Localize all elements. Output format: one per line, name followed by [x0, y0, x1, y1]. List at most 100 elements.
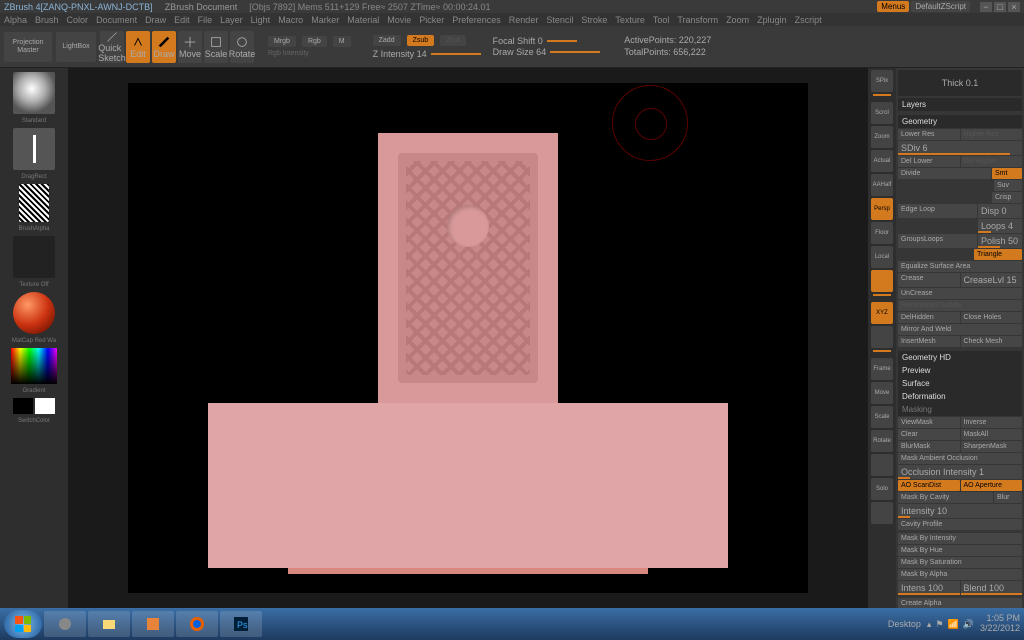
- material-swatch[interactable]: [13, 292, 55, 334]
- del-hidden-button[interactable]: DelHidden: [898, 312, 960, 323]
- crease-lvl-slider[interactable]: CreaseLvl 15: [961, 273, 1023, 287]
- maskall-button[interactable]: MaskAll: [961, 429, 1023, 440]
- groups-loops-button[interactable]: GroupsLoops: [898, 234, 977, 248]
- tray-icons[interactable]: ▴ ⚑ 📶 🔊: [927, 619, 974, 630]
- zcut-button[interactable]: Zcut: [440, 35, 466, 46]
- rtool-aahalf[interactable]: AAHalf: [871, 174, 893, 196]
- divide-button[interactable]: Divide: [898, 168, 991, 179]
- menu-preferences[interactable]: Preferences: [452, 15, 501, 25]
- scale-button[interactable]: Scale: [204, 31, 228, 63]
- tray-clock[interactable]: 1:05 PM 3/22/2012: [980, 614, 1020, 634]
- sdiv-slider[interactable]: SDiv 6: [898, 141, 1022, 155]
- minimize-button[interactable]: −: [980, 2, 992, 12]
- move-button[interactable]: Move: [178, 31, 202, 63]
- rtool-blank-15[interactable]: [871, 454, 893, 476]
- rtool-local[interactable]: Local: [871, 246, 893, 268]
- tray-network-icon[interactable]: 📶: [948, 619, 959, 630]
- deformation-header[interactable]: Deformation: [898, 390, 1022, 403]
- menu-alpha[interactable]: Alpha: [4, 15, 27, 25]
- surface-header[interactable]: Surface: [898, 377, 1022, 390]
- crisp-button[interactable]: Crisp: [992, 192, 1022, 203]
- menu-tool[interactable]: Tool: [653, 15, 670, 25]
- reconstruct-button[interactable]: Reconstruct Subdiv: [898, 300, 1022, 311]
- menu-edit[interactable]: Edit: [174, 15, 190, 25]
- disp-slider[interactable]: Disp 0: [978, 204, 1022, 218]
- smt-button[interactable]: Smt: [992, 168, 1022, 179]
- tray-volume-icon[interactable]: 🔊: [963, 619, 974, 630]
- del-lower-button[interactable]: Del Lower: [898, 156, 960, 167]
- menus-button[interactable]: Menus: [877, 1, 909, 12]
- m-button[interactable]: M: [333, 36, 351, 47]
- menu-zscript[interactable]: Zscript: [795, 15, 822, 25]
- color-picker[interactable]: [11, 348, 57, 384]
- rtool-move[interactable]: Move: [871, 382, 893, 404]
- ao-scandist-button[interactable]: AO ScanDist: [898, 480, 960, 491]
- zadd-button[interactable]: Zadd: [373, 35, 401, 46]
- intens-slider[interactable]: Intens 100: [898, 581, 960, 595]
- rtool-spix[interactable]: SPix: [871, 70, 893, 92]
- ao-aperture-button[interactable]: AO Aperture: [961, 480, 1023, 491]
- zscript-button[interactable]: DefaultZScript: [911, 1, 970, 12]
- draw-size-slider[interactable]: Draw Size 64: [493, 47, 547, 57]
- rtool-persp[interactable]: Persp: [871, 198, 893, 220]
- mrgb-button[interactable]: Mrgb: [268, 36, 296, 47]
- z-intensity-slider[interactable]: Z Intensity 14: [373, 49, 427, 59]
- mask-cavity-button[interactable]: Mask By Cavity: [898, 492, 993, 503]
- rtool-blank-17[interactable]: [871, 502, 893, 524]
- menu-stroke[interactable]: Stroke: [581, 15, 607, 25]
- create-alpha-button[interactable]: Create Alpha: [898, 598, 1022, 608]
- focal-shift-slider[interactable]: Focal Shift 0: [493, 36, 543, 46]
- start-button[interactable]: [4, 610, 42, 638]
- sharpenmask-button[interactable]: SharpenMask: [961, 441, 1023, 452]
- rtool-scrol[interactable]: Scrol: [871, 102, 893, 124]
- edge-loop-button[interactable]: Edge Loop: [898, 204, 977, 218]
- loops-slider[interactable]: Loops 4: [978, 219, 1022, 233]
- del-higher-button[interactable]: Del Higher: [961, 156, 1023, 167]
- draw-button[interactable]: Draw: [152, 31, 176, 63]
- crease-button[interactable]: Crease: [898, 273, 960, 287]
- inverse-button[interactable]: Inverse: [961, 417, 1023, 428]
- menu-zoom[interactable]: Zoom: [726, 15, 749, 25]
- maximize-button[interactable]: □: [994, 2, 1006, 12]
- menu-color[interactable]: Color: [67, 15, 89, 25]
- quick-sketch-button[interactable]: Quick Sketch: [100, 31, 124, 63]
- cavity-intensity-slider[interactable]: Intensity 10: [898, 504, 1022, 518]
- blurmask-button[interactable]: BlurMask: [898, 441, 960, 452]
- mirror-weld-button[interactable]: Mirror And Weld: [898, 324, 1022, 335]
- zsub-button[interactable]: Zsub: [407, 35, 435, 46]
- tray-flag-icon[interactable]: ⚑: [935, 619, 943, 630]
- menu-light[interactable]: Light: [251, 15, 271, 25]
- brush-swatch[interactable]: [13, 72, 55, 114]
- task-explorer[interactable]: [88, 611, 130, 637]
- viewport[interactable]: [68, 68, 868, 608]
- rotate-button[interactable]: Rotate: [230, 31, 254, 63]
- mask-alpha-button[interactable]: Mask By Alpha: [898, 569, 1022, 580]
- uncrease-button[interactable]: UnCrease: [898, 288, 1022, 299]
- mask-saturation-button[interactable]: Mask By Saturation: [898, 557, 1022, 568]
- taskbar[interactable]: Ps Desktop ▴ ⚑ 📶 🔊 1:05 PM 3/22/2012: [0, 608, 1024, 640]
- rtool-floor[interactable]: Floor: [871, 222, 893, 244]
- menu-brush[interactable]: Brush: [35, 15, 59, 25]
- rtool-xyz[interactable]: XYZ: [871, 302, 893, 324]
- layers-header[interactable]: Layers: [898, 98, 1022, 111]
- menu-transform[interactable]: Transform: [677, 15, 718, 25]
- blend-slider[interactable]: Blend 100: [961, 581, 1023, 595]
- rgb-button[interactable]: Rgb: [302, 36, 327, 47]
- projection-master-button[interactable]: Projection Master: [4, 32, 52, 62]
- menu-file[interactable]: File: [198, 15, 213, 25]
- menu-texture[interactable]: Texture: [615, 15, 645, 25]
- rtool-actual[interactable]: Actual: [871, 150, 893, 172]
- menu-draw[interactable]: Draw: [145, 15, 166, 25]
- color-black-swatch[interactable]: [13, 398, 33, 414]
- menu-marker[interactable]: Marker: [311, 15, 339, 25]
- menu-macro[interactable]: Macro: [278, 15, 303, 25]
- occlusion-intensity-slider[interactable]: Occlusion Intensity 1: [898, 465, 1022, 479]
- brush-preview[interactable]: Thick 0.1: [898, 70, 1022, 96]
- menu-material[interactable]: Material: [347, 15, 379, 25]
- texture-swatch[interactable]: [13, 236, 55, 278]
- check-mesh-button[interactable]: Check Mesh: [961, 336, 1023, 347]
- geometry-header[interactable]: Geometry: [898, 115, 1022, 128]
- tray-up-icon[interactable]: ▴: [927, 619, 932, 630]
- menu-zplugin[interactable]: Zplugin: [757, 15, 787, 25]
- color-white-swatch[interactable]: [35, 398, 55, 414]
